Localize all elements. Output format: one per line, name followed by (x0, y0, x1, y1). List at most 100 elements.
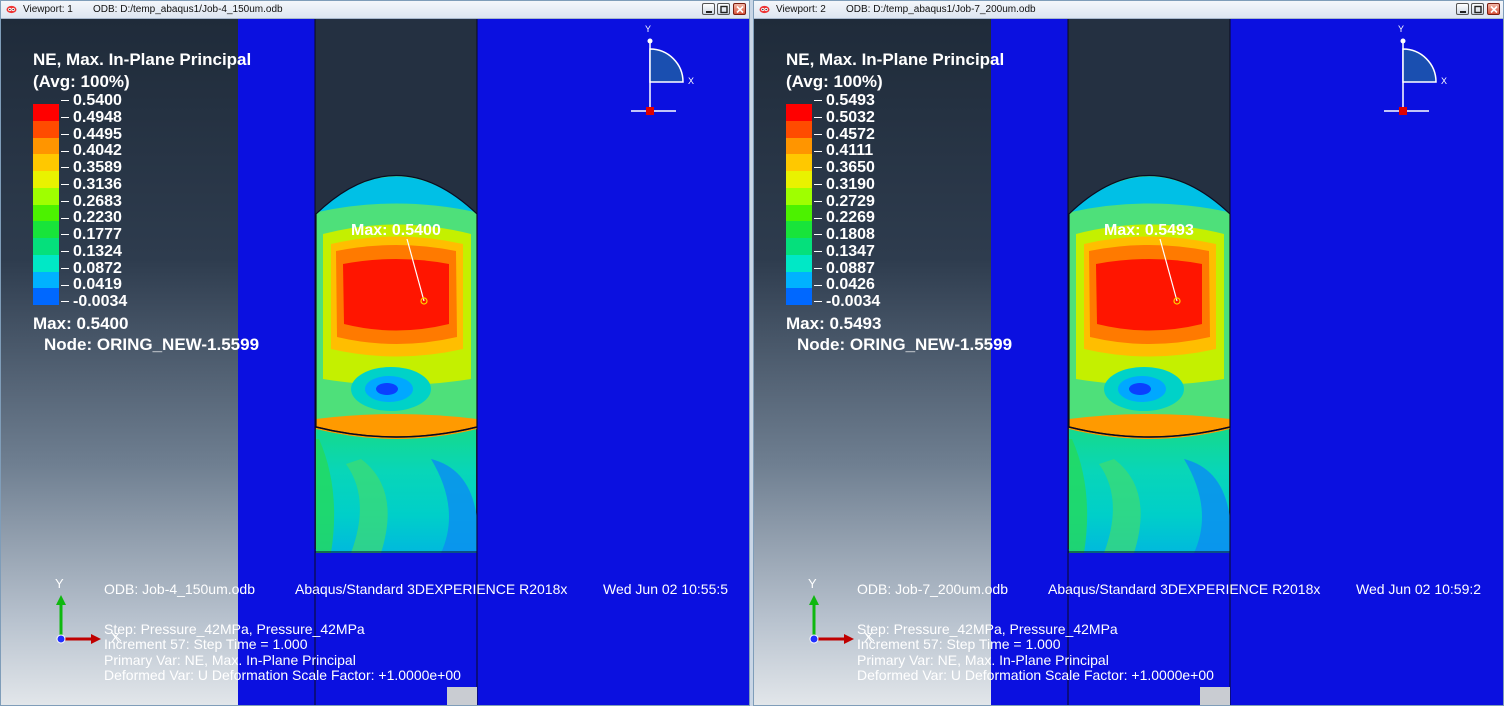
triad-y-label: Y (808, 576, 817, 591)
legend-value-text: 0.4111 (826, 142, 874, 160)
legend-tick (61, 200, 69, 202)
legend-tick (814, 234, 822, 236)
legend-value: 0.2683 (61, 193, 127, 211)
legend-value-text: 0.3650 (826, 159, 875, 176)
maximize-button[interactable] (1471, 3, 1484, 15)
footer-increment: Increment 57: Step Time = 1.000 (104, 636, 308, 652)
legend-swatch (786, 204, 812, 222)
view-triad-y-label: Y (645, 24, 652, 34)
legend-tick (814, 267, 822, 269)
legend-swatch (786, 221, 812, 238)
legend-swatch (33, 221, 59, 238)
footer-product: Abaqus/Standard 3DEXPERIENCE R2018x (1048, 581, 1321, 597)
legend-swatch (33, 154, 59, 171)
legend-swatch (786, 104, 812, 121)
legend-value: 0.4948 (61, 108, 127, 127)
legend-value: 0.1777 (61, 226, 127, 244)
triad-z-axis (809, 634, 819, 644)
minimize-button[interactable] (1456, 3, 1469, 15)
legend-tick (61, 301, 69, 303)
viewport-titlebar[interactable]: Viewport: 1 ODB: D:/temp_abaqus1/Job-4_1… (1, 1, 749, 19)
close-icon (1490, 5, 1498, 14)
triad-y-label: Y (55, 576, 64, 591)
legend-value: 0.0872 (61, 260, 127, 278)
legend-swatch (786, 154, 812, 171)
legend-value-text: 0.3589 (73, 159, 122, 176)
legend-value-text: -0.0034 (73, 293, 128, 310)
legend-tick (814, 167, 822, 169)
legend-tick (61, 133, 69, 135)
legend-tick (61, 167, 69, 169)
legend-swatch (786, 137, 812, 155)
view-triad-x-label: X (1441, 76, 1448, 86)
viewport-2[interactable]: Viewport: 2 ODB: D:/temp_abaqus1/Job-7_2… (753, 0, 1504, 706)
legend-value: 0.2729 (814, 193, 880, 211)
maximize-button[interactable] (717, 3, 730, 15)
legend-title: NE, Max. In-Plane Principal (33, 50, 252, 69)
legend-value: 0.2230 (61, 209, 127, 227)
minimize-icon (1460, 11, 1466, 13)
footer-product: Abaqus/Standard 3DEXPERIENCE R2018x (295, 581, 568, 597)
viewport-name: Viewport: 2 (776, 4, 826, 15)
legend-value-text: 0.1347 (826, 242, 875, 260)
legend-value-text: 0.1324 (73, 242, 122, 260)
legend-swatch (33, 254, 59, 272)
legend-value: -0.0034 (61, 293, 128, 311)
footer-deformed-var: Deformed Var: U Deformation Scale Factor… (104, 667, 461, 683)
triad-x-label: X (864, 630, 873, 645)
legend-title: NE, Max. In-Plane Principal (786, 50, 1005, 69)
viewport-odb-path: ODB: D:/temp_abaqus1/Job-4_150um.odb (93, 4, 283, 15)
legend-value: 0.1324 (61, 242, 127, 261)
legend-swatch (786, 238, 812, 255)
viewport-icon (759, 5, 770, 14)
minimize-button[interactable] (702, 3, 715, 15)
legend-value: 0.5032 (814, 108, 880, 127)
legend-tick (61, 117, 69, 119)
legend-swatch (33, 187, 59, 205)
legend-value: 0.2269 (814, 209, 880, 227)
legend-value: 0.3650 (814, 159, 880, 177)
legend-value-text: 0.4948 (73, 108, 122, 126)
legend-value-text: 0.4572 (826, 125, 875, 143)
legend-color-bar (786, 104, 812, 305)
viewport-icon (6, 5, 17, 14)
legend-tick (814, 251, 822, 253)
legend-value-text: 0.3136 (73, 175, 122, 193)
legend-swatch (33, 238, 59, 255)
legend-tick (61, 234, 69, 236)
viewport-canvas[interactable]: NE, Max. In-Plane Principal (Avg: 100%) … (754, 19, 1503, 705)
footer-odb: ODB: Job-7_200um.odb (857, 581, 1008, 597)
max-value-text: Max: 0.5400 (33, 314, 129, 333)
legend-tick (61, 184, 69, 186)
viewport-titlebar[interactable]: Viewport: 2 ODB: D:/temp_abaqus1/Job-7_2… (754, 1, 1503, 19)
footer-date: Wed Jun 02 10:59:2 (1356, 581, 1482, 597)
legend-tick (61, 284, 69, 286)
viewport-1[interactable]: Viewport: 1 ODB: D:/temp_abaqus1/Job-4_1… (0, 0, 750, 706)
legend-value-text: 0.5400 (73, 92, 122, 109)
legend-swatch (33, 288, 59, 305)
legend-value-text: -0.0034 (826, 293, 881, 310)
legend-swatch (33, 137, 59, 155)
legend-tick (814, 133, 822, 135)
legend-value: 0.4572 (814, 125, 880, 144)
legend-tick (814, 117, 822, 119)
legend-value-text: 0.5493 (826, 92, 875, 109)
legend-value-text: 0.1808 (826, 226, 875, 243)
close-button[interactable] (733, 3, 746, 15)
close-button[interactable] (1487, 3, 1500, 15)
legend-swatch (786, 271, 812, 289)
legend-value: 0.3589 (61, 159, 127, 177)
legend-value-text: 0.5032 (826, 108, 875, 126)
triad-x-label: X (111, 630, 120, 645)
legend-value: 0.3136 (61, 175, 127, 194)
legend-values: 0.5493 0.5032 0.4572 0.4111 0.3650 0.3190 0.27… (814, 92, 881, 311)
legend-swatch (33, 271, 59, 289)
legend-value: 0.0887 (814, 260, 880, 278)
legend-swatch (786, 120, 812, 138)
legend-value: 0.1808 (814, 226, 880, 244)
close-icon (736, 5, 744, 14)
legend-value-text: 0.2269 (826, 209, 875, 227)
legend-swatch (33, 171, 59, 188)
legend-value: 0.5400 (61, 92, 127, 110)
viewport-canvas[interactable]: NE, Max. In-Plane Principal (Avg: 100%) … (1, 19, 749, 705)
